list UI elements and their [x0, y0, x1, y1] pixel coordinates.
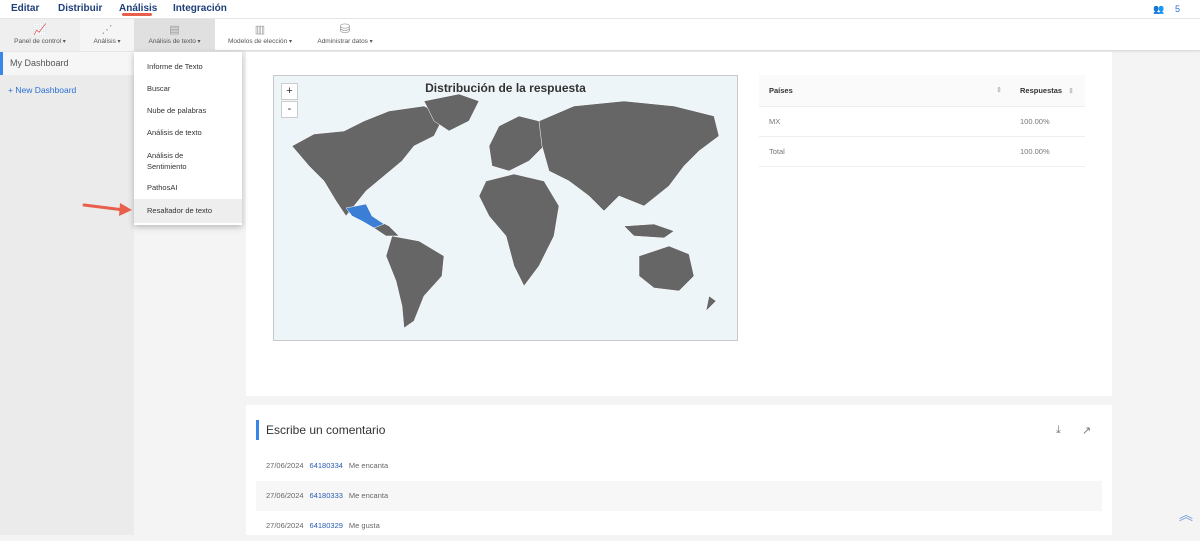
users-count: 5	[1175, 4, 1181, 14]
sort-icon[interactable]: ⇕	[996, 86, 1002, 94]
annotation-arrow-icon	[82, 203, 132, 216]
comment-row: 27/06/2024 64180334 Me encanta	[256, 451, 1102, 481]
dropdown-item-analisis-de-sentimiento[interactable]: Análisis de Sentimiento	[134, 150, 214, 172]
table-row: MX 100.00%	[759, 106, 1085, 137]
south-america	[385, 235, 445, 329]
toolbar-label: Análisis de texto	[148, 38, 200, 45]
comment-row: 27/06/2024 64180333 Me encanta	[256, 481, 1102, 511]
toolbar-label: Modelos de elección	[228, 38, 292, 45]
comment-text: Me encanta	[348, 491, 389, 500]
cell: 100.00%	[1010, 106, 1085, 137]
comment-text: Me encanta	[348, 461, 389, 470]
analisis-de-texto-dropdown: Informe de Texto Buscar Nube de palabras…	[134, 52, 242, 225]
table-header: Países ⇕ Respuestas ⇕	[759, 75, 1085, 107]
cell: MX	[759, 106, 1010, 137]
dropdown-item-resaltador-de-texto[interactable]: Resaltador de texto	[134, 199, 242, 223]
active-menu-underline	[122, 13, 152, 16]
dropdown-item-nube-de-palabras[interactable]: Nube de palabras	[134, 106, 242, 115]
toolbar-analisis-de-texto[interactable]: ▤ Análisis de texto	[134, 19, 215, 51]
toolbar-modelos-de-eleccion[interactable]: ▥ Modelos de elección	[215, 19, 305, 51]
sidebar: My Dashboard + New Dashboard	[0, 52, 134, 535]
toolbar-label: Administrar datos	[317, 38, 372, 45]
bar-chart-icon: ▥	[254, 24, 266, 36]
menu-integracion[interactable]: Integración	[173, 3, 227, 14]
users-icon[interactable]: 👥	[1153, 4, 1164, 15]
menu-editar[interactable]: Editar	[11, 3, 39, 14]
top-menu-bar: Editar Distribuir Análisis Integración 👥…	[0, 0, 1200, 19]
zoom-in-button[interactable]: +	[281, 83, 298, 100]
world-map-shapes	[291, 93, 720, 329]
indonesia	[623, 223, 675, 239]
menu-distribuir[interactable]: Distribuir	[58, 3, 102, 14]
europe	[488, 115, 545, 172]
toolbar-label: Panel de control	[14, 38, 66, 45]
col-respuestas[interactable]: Respuestas ⇕	[1010, 75, 1085, 107]
comment-date: 27/06/2024	[266, 491, 304, 500]
toolbar: 📈 Panel de control ⋰ Análisis ▤ Análisis de…	[0, 19, 1200, 51]
comments-title: Escribe un comentario	[256, 420, 385, 440]
scatter-chart-icon: ⋰	[101, 24, 113, 36]
new-zealand	[705, 295, 717, 312]
comment-text: Me gusta	[348, 521, 380, 530]
comment-date: 27/06/2024	[266, 461, 304, 470]
comment-date: 27/06/2024	[266, 521, 304, 530]
sort-icon[interactable]: ⇕	[1068, 88, 1074, 95]
col-paises[interactable]: Países ⇕	[759, 75, 1010, 107]
text-document-icon: ▤	[169, 24, 180, 36]
toolbar-label: Análisis	[93, 38, 120, 45]
zoom-out-button[interactable]: -	[281, 101, 298, 118]
cell: Total	[759, 136, 1010, 167]
sidebar-item-my-dashboard[interactable]: My Dashboard	[0, 52, 134, 75]
header-label: Respuestas	[1020, 85, 1063, 95]
scroll-to-top-icon[interactable]: ︽	[1179, 505, 1193, 525]
cell: 100.00%	[1010, 136, 1085, 167]
comment-id-link[interactable]: 64180334	[310, 461, 343, 470]
comment-id-link[interactable]: 64180329	[310, 521, 343, 530]
toolbar-administrar-datos[interactable]: ⛁ Administrar datos	[305, 19, 385, 51]
toolbar-analisis[interactable]: ⋰ Análisis	[80, 19, 134, 51]
dropdown-item-analisis-de-texto[interactable]: Análisis de texto	[134, 128, 242, 137]
world-map[interactable]: Distribución de la respuesta + -	[273, 75, 738, 341]
australia	[638, 245, 695, 292]
asia	[538, 100, 720, 212]
map-title: Distribución de la respuesta	[425, 81, 586, 95]
responses-table: Países ⇕ Respuestas ⇕ MX 100.00% Total 100.0…	[759, 75, 1085, 167]
line-chart-icon: 📈	[33, 24, 47, 36]
new-dashboard-link[interactable]: + New Dashboard	[8, 85, 76, 95]
dropdown-item-pathosai[interactable]: PathosAI	[134, 183, 242, 192]
download-icon[interactable]: ⤓	[1056, 424, 1061, 437]
comment-id-link[interactable]: 64180333	[310, 491, 343, 500]
north-america	[291, 105, 445, 217]
share-icon[interactable]: ↗	[1082, 424, 1091, 437]
dropdown-item-buscar[interactable]: Buscar	[134, 84, 242, 93]
africa	[478, 173, 560, 287]
dropdown-item-informe-de-texto[interactable]: Informe de Texto	[134, 62, 242, 71]
toolbar-panel-de-control[interactable]: 📈 Panel de control	[0, 19, 80, 51]
comment-row: 27/06/2024 64180329 Me gusta	[256, 511, 1102, 541]
database-icon: ⛁	[339, 21, 351, 36]
table-row: Total 100.00%	[759, 136, 1085, 167]
header-label: Países	[769, 85, 793, 95]
mexico	[345, 203, 385, 229]
